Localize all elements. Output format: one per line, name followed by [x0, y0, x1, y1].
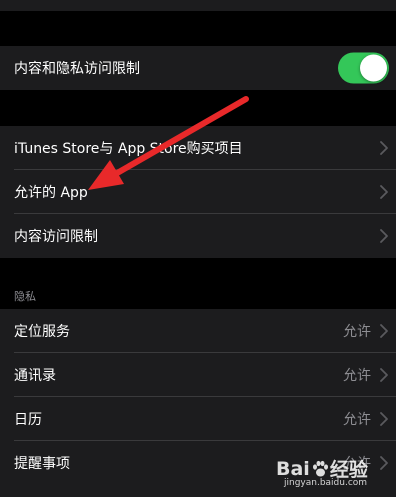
- itunes-app-store-label: iTunes Store与 App Store购买项目: [14, 141, 243, 157]
- top-group-fragment: [0, 0, 396, 11]
- calendars-label: 日历: [14, 412, 42, 428]
- reminders-value: 允许: [343, 456, 371, 472]
- content-privacy-toggle[interactable]: [338, 52, 389, 84]
- calendars-row[interactable]: 日历 允许: [0, 397, 396, 441]
- content-restrictions-label: 内容访问限制: [14, 229, 98, 245]
- allowed-apps-label: 允许的 App: [14, 185, 88, 201]
- contacts-row[interactable]: 通讯录 允许: [0, 353, 396, 397]
- chevron-right-icon: [380, 368, 388, 382]
- location-services-label: 定位服务: [14, 324, 70, 340]
- toggle-knob: [360, 54, 387, 82]
- content-privacy-group: 内容和隐私访问限制: [0, 46, 396, 90]
- reminders-row[interactable]: 提醒事项 允许: [0, 441, 396, 485]
- reminders-label: 提醒事项: [14, 456, 70, 472]
- content-privacy-row[interactable]: 内容和隐私访问限制: [0, 46, 396, 90]
- contacts-label: 通讯录: [14, 368, 56, 384]
- contacts-value: 允许: [343, 368, 371, 384]
- content-privacy-label: 内容和隐私访问限制: [14, 61, 140, 77]
- calendars-value: 允许: [343, 412, 371, 428]
- chevron-right-icon: [380, 185, 388, 199]
- privacy-group: 定位服务 允许 通讯录 允许 日历 允许 提醒事项 允许: [0, 309, 396, 497]
- location-services-value: 允许: [343, 324, 371, 340]
- settings-screen: 内容和隐私访问限制 iTunes Store与 App Store购买项目 允许…: [0, 0, 396, 497]
- chevron-right-icon: [380, 456, 388, 470]
- chevron-right-icon: [380, 412, 388, 426]
- store-group: iTunes Store与 App Store购买项目 允许的 App 内容访问…: [0, 126, 396, 258]
- allowed-apps-row[interactable]: 允许的 App: [0, 170, 396, 214]
- content-restrictions-row[interactable]: 内容访问限制: [0, 214, 396, 258]
- privacy-section-header: 隐私: [14, 290, 36, 303]
- chevron-right-icon: [380, 141, 388, 155]
- chevron-right-icon: [380, 324, 388, 338]
- itunes-app-store-row[interactable]: iTunes Store与 App Store购买项目: [0, 126, 396, 170]
- location-services-row[interactable]: 定位服务 允许: [0, 309, 396, 353]
- chevron-right-icon: [380, 229, 388, 243]
